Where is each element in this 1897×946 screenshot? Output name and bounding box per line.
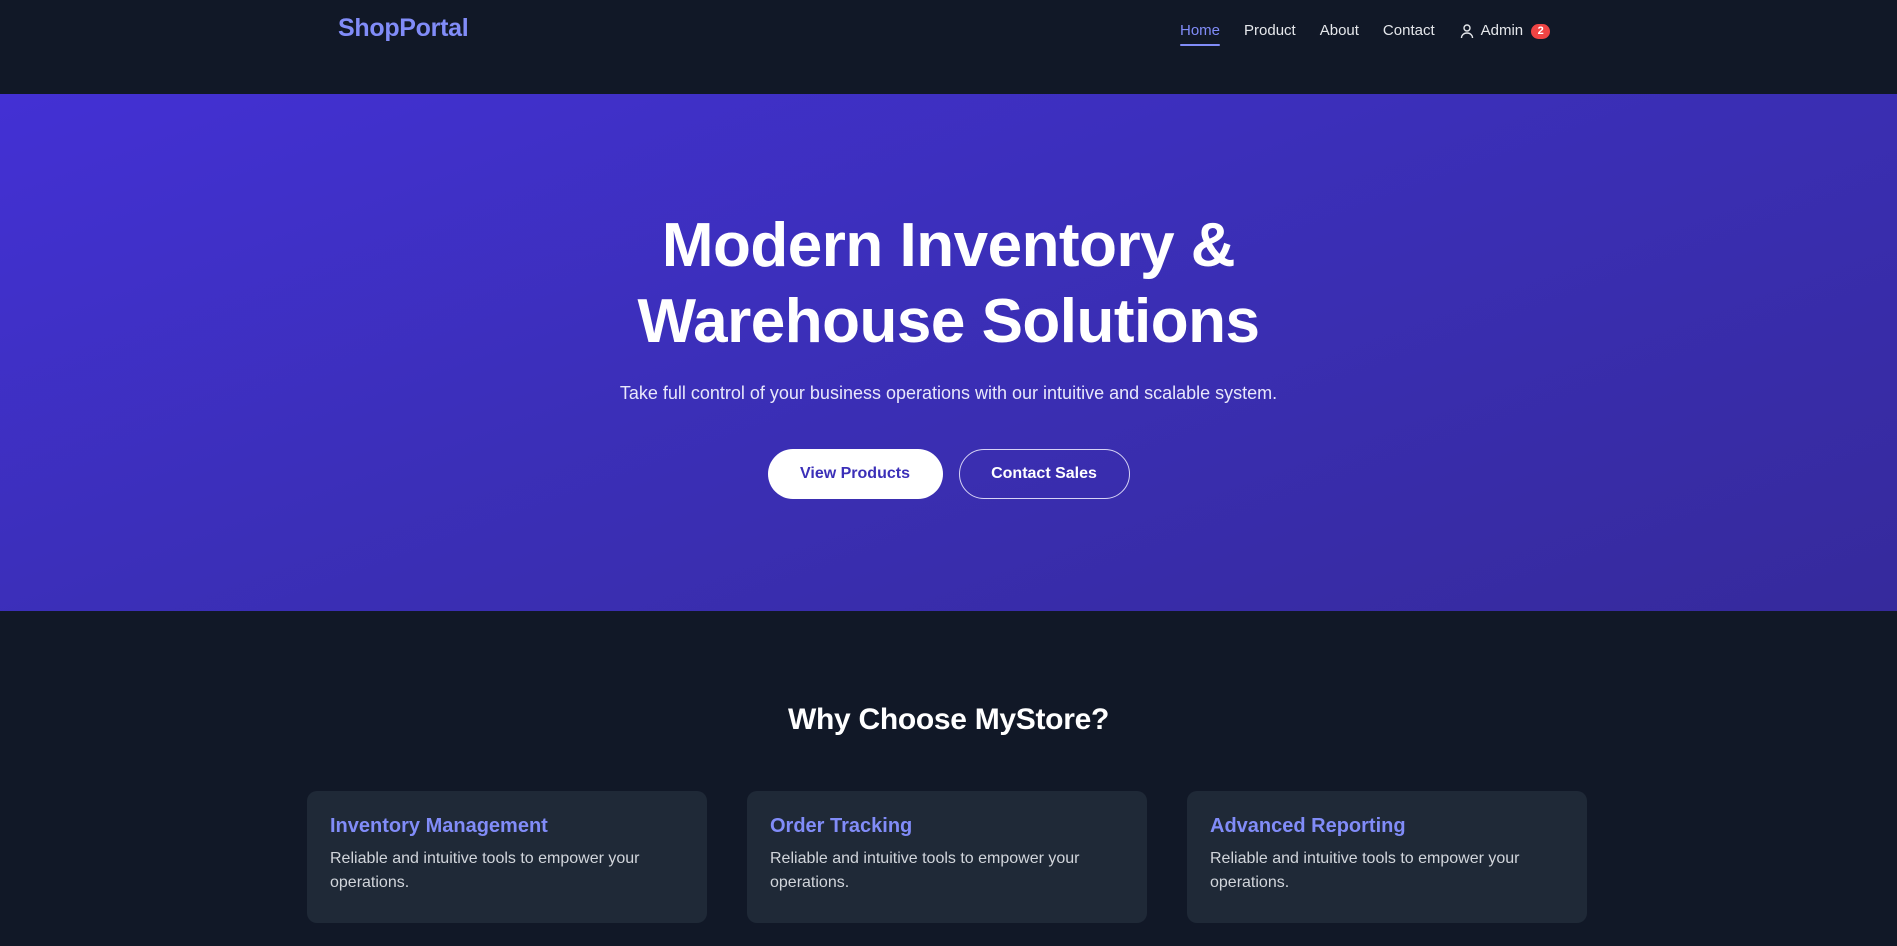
main-nav: Home Product About Contact Admin 2 — [1180, 20, 1551, 46]
feature-card-title: Inventory Management — [330, 815, 548, 837]
feature-card-order-tracking: Order Tracking Reliable and intuitive to… — [747, 791, 1147, 923]
hero-title: Modern Inventory & Warehouse Solutions — [0, 208, 1897, 360]
feature-card-title: Order Tracking — [770, 815, 913, 837]
user-menu[interactable]: Admin 2 — [1459, 20, 1551, 42]
hero-title-line-2: Warehouse Solutions — [637, 287, 1260, 356]
feature-card-inventory: Inventory Management Reliable and intuit… — [307, 791, 707, 923]
contact-sales-button[interactable]: Contact Sales — [958, 449, 1130, 499]
feature-card-text: Reliable and intuitive tools to empower … — [770, 850, 1080, 891]
user-name: Admin — [1480, 22, 1524, 39]
hero-section: Modern Inventory & Warehouse Solutions T… — [0, 94, 1897, 611]
feature-card-text: Reliable and intuitive tools to empower … — [1210, 850, 1520, 891]
hero-subtitle: Take full control of your business opera… — [619, 383, 1278, 403]
view-products-button[interactable]: View Products — [767, 449, 943, 499]
user-icon — [1459, 23, 1475, 39]
features-title: Why Choose MyStore? — [788, 703, 1109, 736]
nav-link-contact[interactable]: Contact — [1383, 20, 1435, 42]
hero-title-line-1: Modern Inventory & — [661, 211, 1236, 280]
navbar: ShopPortal Home Product About Contact Ad… — [0, 0, 1897, 94]
nav-link-about[interactable]: About — [1320, 20, 1359, 42]
nav-link-home[interactable]: Home — [1180, 20, 1221, 46]
hero-actions: View Products Contact Sales — [0, 449, 1897, 499]
nav-link-product[interactable]: Product — [1244, 20, 1296, 42]
feature-card-reporting: Advanced Reporting Reliable and intuitiv… — [1187, 791, 1587, 923]
brand-logo[interactable]: ShopPortal — [338, 14, 469, 43]
notification-badge: 2 — [1531, 23, 1551, 39]
feature-card-title: Advanced Reporting — [1210, 815, 1406, 837]
feature-card-text: Reliable and intuitive tools to empower … — [330, 850, 640, 891]
